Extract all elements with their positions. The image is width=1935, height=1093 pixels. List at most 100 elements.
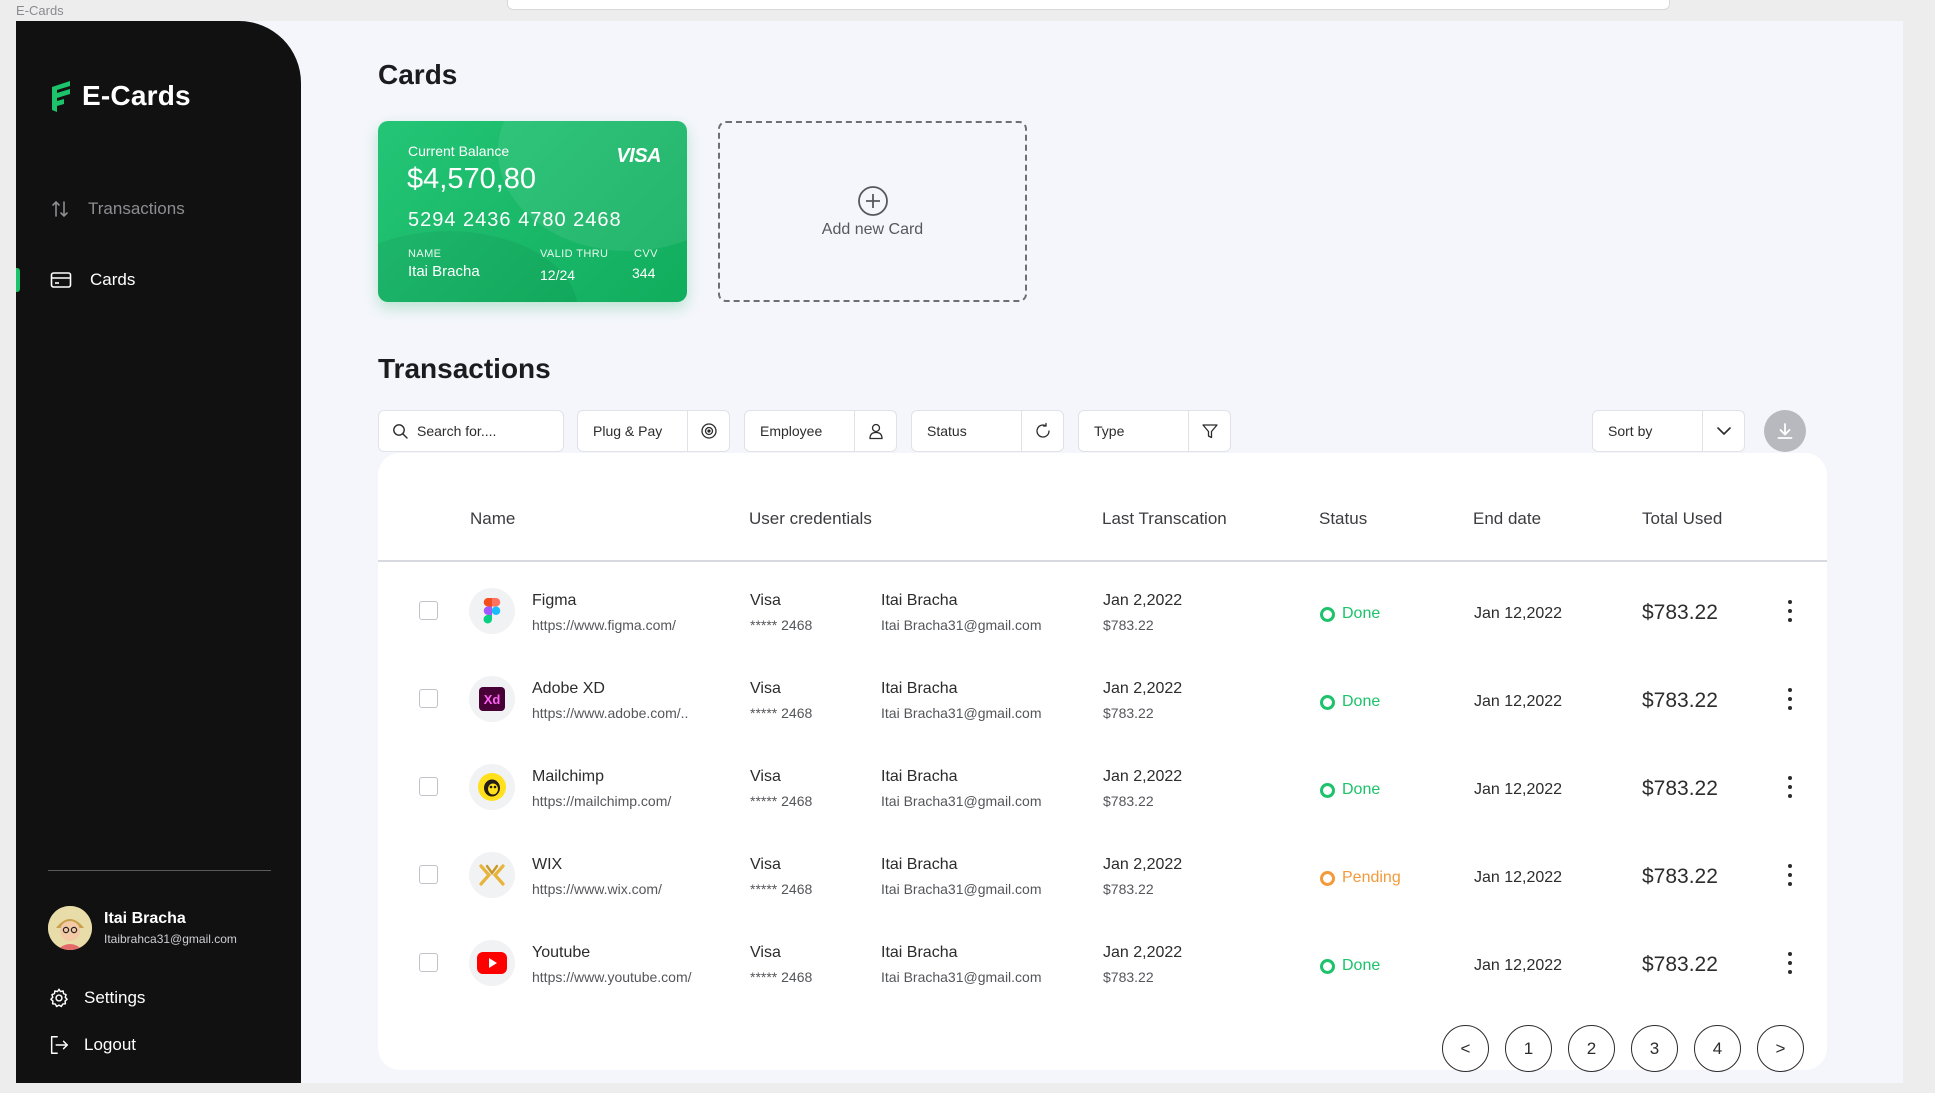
filter-plug-pay[interactable]: Plug & Pay [577, 410, 730, 452]
app-url[interactable]: https://www.figma.com/ [532, 617, 676, 633]
filter-status[interactable]: Status [911, 410, 1064, 452]
logout-icon [50, 1036, 68, 1054]
table-row[interactable]: Figma https://www.figma.com/ Visa ***** … [378, 562, 1827, 650]
cards-heading: Cards [378, 59, 458, 90]
profile-email: Itaibrahca31@gmail.com [104, 932, 237, 946]
status-badge: Pending [1320, 869, 1401, 887]
add-new-card-button[interactable]: Add new Card [718, 121, 1027, 302]
status-dot-icon [1320, 782, 1335, 798]
row-menu-button[interactable] [1783, 686, 1797, 712]
settings-button[interactable]: Settings [48, 987, 145, 1009]
row-menu-button[interactable] [1783, 950, 1797, 976]
app-name: Figma [532, 592, 577, 609]
column-header-last-transaction[interactable]: Last Transcation [1102, 509, 1227, 529]
filter-label: Employee [760, 423, 823, 439]
adobe-xd-icon: Xd [469, 676, 515, 722]
user-email: Itai Bracha31@gmail.com [881, 881, 1042, 897]
logout-button[interactable]: Logout [48, 1034, 136, 1056]
filter-icon [1188, 411, 1230, 451]
app-name: Mailchimp [532, 768, 605, 785]
column-header-status[interactable]: Status [1319, 509, 1367, 529]
row-checkbox[interactable] [419, 777, 438, 796]
search-icon [393, 424, 408, 439]
user-profile[interactable]: Itai Bracha Itaibrahca31@gmail.com [48, 906, 237, 950]
column-header-end-date[interactable]: End date [1473, 509, 1541, 529]
status-badge: Done [1320, 781, 1380, 799]
ecards-logo-icon [52, 81, 70, 112]
last-transaction-date: Jan 2,2022 [1103, 768, 1183, 785]
status-dot-icon [1320, 606, 1335, 622]
youtube-icon [469, 940, 515, 986]
figma-icon [469, 588, 515, 634]
pagination-page-3[interactable]: 3 [1631, 1025, 1678, 1072]
table-row[interactable]: Mailchimp https://mailchimp.com/ Visa **… [378, 738, 1827, 826]
transactions-table: Name User credentials Last Transcation S… [378, 453, 1827, 1070]
add-card-label: Add new Card [821, 220, 924, 238]
svg-text:Xd: Xd [484, 692, 501, 707]
transactions-heading: Transactions [378, 353, 551, 384]
table-row[interactable]: Xd Adobe XD https://www.adobe.com/.. Vis… [378, 650, 1827, 738]
total-used: $783.22 [1642, 689, 1718, 712]
logout-label: Logout [84, 1035, 136, 1054]
pagination-next-button[interactable]: > [1757, 1025, 1804, 1072]
profile-name: Itai Bracha [104, 910, 186, 927]
column-header-total-used[interactable]: Total Used [1642, 509, 1722, 529]
last-transaction-amount: $783.22 [1103, 969, 1154, 985]
total-used: $783.22 [1642, 953, 1718, 976]
user-name: Itai Bracha [881, 680, 958, 697]
column-header-name[interactable]: Name [470, 509, 515, 529]
last-transaction-amount: $783.22 [1103, 793, 1154, 809]
table-row[interactable]: WIX https://www.wix.com/ Visa ***** 2468… [378, 826, 1827, 914]
sidebar-item-transactions[interactable]: Transactions [16, 187, 301, 231]
table-row[interactable]: Youtube https://www.youtube.com/ Visa **… [378, 914, 1827, 1002]
app-url[interactable]: https://www.wix.com/ [532, 881, 662, 897]
balance-label: Current Balance [408, 143, 510, 159]
pagination-page-2[interactable]: 2 [1568, 1025, 1615, 1072]
gear-icon [50, 988, 68, 1008]
status-label: Done [1342, 957, 1381, 974]
pagination-prev-button[interactable]: < [1442, 1025, 1489, 1072]
filter-employee[interactable]: Employee [744, 410, 897, 452]
avatar [48, 906, 92, 950]
app-url[interactable]: https://mailchimp.com/ [532, 793, 671, 809]
filter-label: Type [1094, 423, 1125, 439]
total-used: $783.22 [1642, 777, 1718, 800]
pagination-page-1[interactable]: 1 [1505, 1025, 1552, 1072]
credit-card[interactable]: Current Balance VISA $4,570,80 5294 2436… [378, 121, 687, 302]
total-used: $783.22 [1642, 601, 1718, 624]
filter-label: Status [927, 423, 967, 439]
row-checkbox[interactable] [419, 601, 438, 620]
row-checkbox[interactable] [419, 689, 438, 708]
search-box[interactable] [378, 410, 564, 452]
card-balance: $4,570,80 [407, 163, 537, 195]
row-menu-button[interactable] [1783, 862, 1797, 888]
window-title: E-Cards [16, 3, 64, 18]
sidebar-item-cards[interactable]: Cards [16, 258, 301, 302]
search-input[interactable] [417, 423, 547, 439]
plus-circle-icon [857, 185, 888, 216]
app-url[interactable]: https://www.adobe.com/.. [532, 705, 688, 721]
pagination-page-4[interactable]: 4 [1694, 1025, 1741, 1072]
row-menu-button[interactable] [1783, 598, 1797, 624]
column-header-credentials[interactable]: User credentials [749, 509, 872, 529]
brand-logo[interactable]: E-Cards [50, 79, 191, 113]
row-checkbox[interactable] [419, 865, 438, 884]
status-label: Done [1342, 693, 1381, 710]
row-menu-button[interactable] [1783, 774, 1797, 800]
filter-type[interactable]: Type [1078, 410, 1231, 452]
app-url[interactable]: https://www.youtube.com/ [532, 969, 692, 985]
card-mask: ***** 2468 [750, 969, 813, 985]
card-icon [50, 272, 72, 288]
end-date: Jan 12,2022 [1474, 605, 1563, 622]
refresh-icon [1021, 411, 1063, 451]
sort-by-dropdown[interactable]: Sort by [1592, 410, 1745, 452]
last-transaction-amount: $783.22 [1103, 881, 1154, 897]
user-name: Itai Bracha [881, 592, 958, 609]
status-dot-icon [1320, 870, 1335, 886]
end-date: Jan 12,2022 [1474, 781, 1563, 798]
card-cvv: 344 [632, 265, 656, 281]
settings-label: Settings [84, 988, 146, 1007]
row-checkbox[interactable] [419, 953, 438, 972]
user-name: Itai Bracha [881, 856, 958, 873]
download-button[interactable] [1764, 410, 1806, 452]
